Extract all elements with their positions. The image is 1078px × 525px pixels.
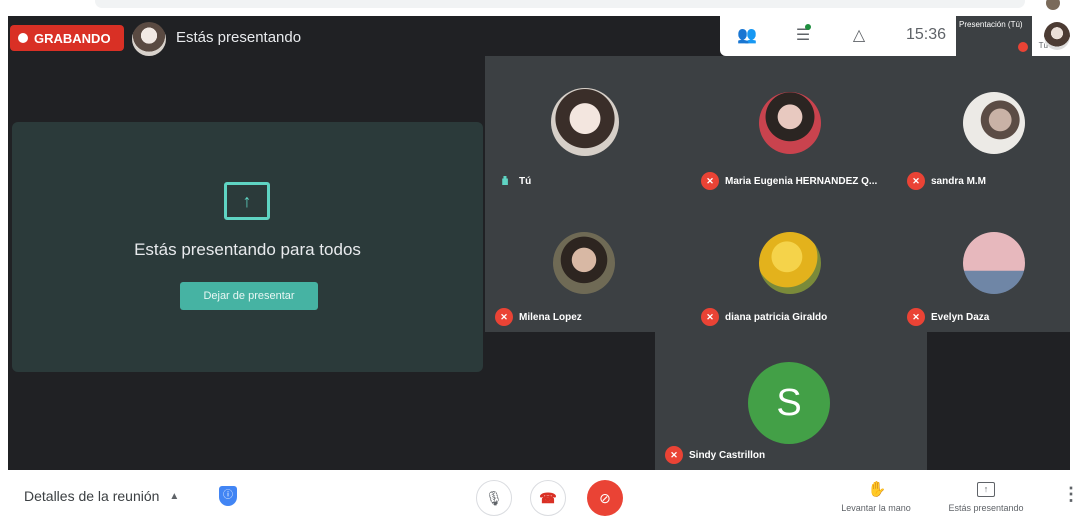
participant-name: Maria Eugenia HERNANDEZ Q... [725, 175, 878, 187]
meeting-stage: GRABANDO Estás presentando 👥 ☰ △ 15:36 P… [8, 16, 1070, 470]
more-vert-icon[interactable]: ⋮ [1062, 484, 1078, 505]
stop-presenting-button[interactable]: Dejar de presentar [180, 282, 318, 310]
mic-off-icon: ✕ [907, 172, 925, 190]
presenting-label[interactable]: Estás presentando [936, 503, 1036, 513]
recording-dot-icon [18, 33, 28, 43]
participant-name-row: ✕ Sindy Castrillon [665, 446, 765, 464]
participant-avatar [551, 88, 619, 156]
participant-name: diana patricia Giraldo [725, 311, 828, 323]
participant-avatar [759, 92, 821, 154]
self-avatar [132, 22, 166, 56]
participant-name: Milena Lopez [519, 311, 582, 323]
activities-icon[interactable]: △ [848, 25, 870, 47]
profile-avatar[interactable] [1046, 0, 1060, 10]
mic-off-icon: ✕ [495, 308, 513, 326]
mini-self-avatar [1044, 22, 1070, 50]
participant-name: Evelyn Daza [931, 311, 990, 323]
bottom-toolbar: Detalles de la reunión ▲ ⓘ 🎙 ☎ ⊘ ✋ Levan… [0, 470, 1078, 525]
chat-notification-dot [805, 24, 811, 30]
participant-avatar [759, 232, 821, 294]
participant-name: Sindy Castrillon [689, 449, 766, 461]
mic-off-icon: ✕ [665, 446, 683, 464]
address-bar[interactable] [95, 0, 1025, 8]
present-to-all-icon[interactable]: ↑ [977, 482, 995, 497]
browser-chrome [0, 0, 1078, 14]
presentation-message: Estás presentando para todos [134, 240, 361, 259]
mic-icon: 🎙 [485, 489, 503, 506]
top-right-panel: 👥 ☰ △ 15:36 Presentación (Tú) Tú [720, 16, 1070, 56]
participant-name: sandra M.M [931, 175, 987, 187]
meeting-details-button[interactable]: Detalles de la reunión ▲ [24, 488, 179, 504]
mic-button[interactable]: 🎙 [476, 480, 512, 516]
participant-tile[interactable]: ıllı Tú [485, 56, 691, 196]
mic-off-icon [1018, 42, 1028, 52]
participant-name-row: ✕ Milena Lopez [495, 308, 582, 326]
participant-name-row: ✕ Maria Eugenia HERNANDEZ Q... [701, 172, 877, 190]
meeting-details-label: Detalles de la reunión [24, 488, 160, 504]
participant-tile[interactable]: ✕ Maria Eugenia HERNANDEZ Q... [691, 56, 897, 196]
speaking-icon: ıllı [501, 174, 508, 188]
participant-name-row: ✕ Evelyn Daza [907, 308, 989, 326]
hang-up-button[interactable]: ☎ [530, 480, 566, 516]
chevron-up-icon: ▲ [169, 490, 180, 502]
participant-tile[interactable]: ✕ Evelyn Daza [897, 196, 1070, 332]
mini-presentation-tile[interactable]: Presentación (Tú) Tú [956, 16, 1048, 56]
participant-avatar [553, 232, 615, 294]
participant-tile[interactable]: S ✕ Sindy Castrillon [655, 332, 927, 470]
participant-avatar [963, 232, 1025, 294]
participant-name: Tú [519, 175, 532, 187]
mic-off-icon: ✕ [907, 308, 925, 326]
recording-badge: GRABANDO [10, 25, 124, 51]
mic-off-icon: ✕ [701, 308, 719, 326]
participant-avatar: S [748, 362, 830, 444]
raise-hand-label[interactable]: Levantar la mano [826, 503, 926, 513]
present-to-all-icon: ↑ [224, 182, 270, 220]
participant-tile[interactable]: ✕ sandra M.M [897, 56, 1070, 196]
presenting-status: Estás presentando [176, 29, 302, 46]
recording-label: GRABANDO [34, 30, 111, 46]
participant-tile[interactable]: ✕ diana patricia Giraldo [691, 196, 897, 332]
participant-avatar [963, 92, 1025, 154]
participant-name-row: ✕ sandra M.M [907, 172, 986, 190]
people-icon[interactable]: 👥 [736, 25, 758, 47]
presentation-card: ↑ Estás presentando para todos Dejar de … [12, 122, 483, 372]
mini-presentation-label: Presentación (Tú) [959, 20, 1023, 29]
camera-off-icon: ⊘ [599, 489, 611, 506]
participant-name-row: ıllı Tú [495, 172, 531, 190]
camera-button[interactable]: ⊘ [587, 480, 623, 516]
clock: 15:36 [906, 26, 947, 43]
participant-name-row: ✕ diana patricia Giraldo [701, 308, 827, 326]
hand-icon[interactable]: ✋ [866, 480, 888, 500]
hang-up-icon: ☎ [539, 489, 557, 506]
mic-off-icon: ✕ [701, 172, 719, 190]
shield-icon[interactable]: ⓘ [219, 486, 237, 506]
participant-tile[interactable]: ✕ Milena Lopez [485, 196, 691, 332]
